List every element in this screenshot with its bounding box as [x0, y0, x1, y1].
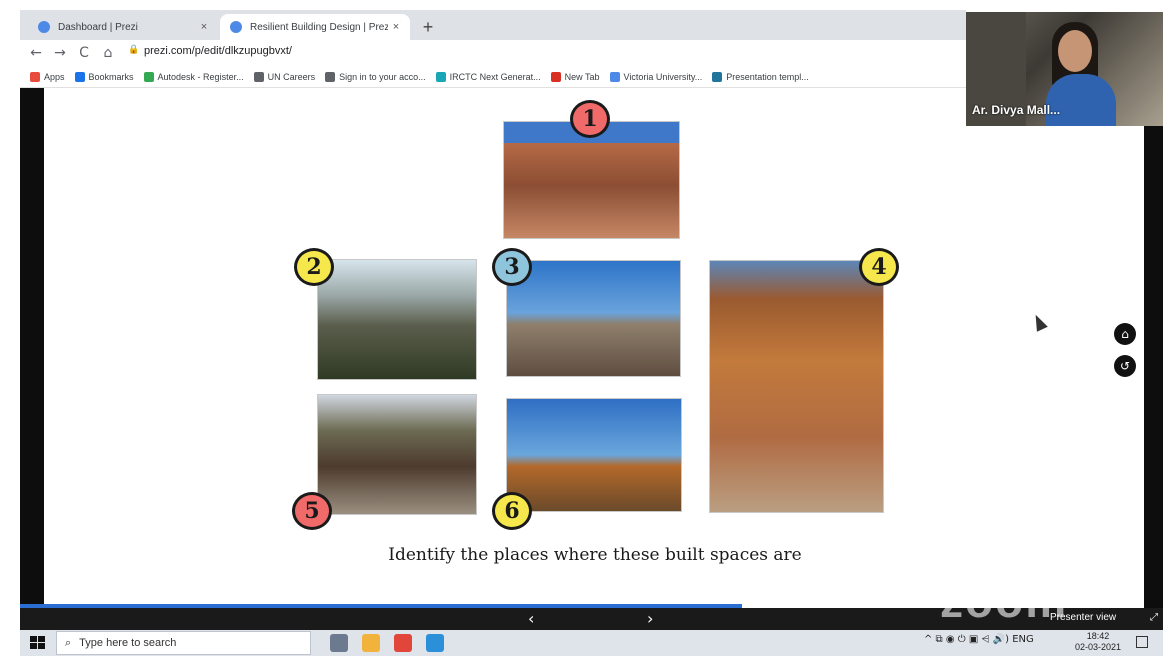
bookmark-label: Apps	[44, 71, 65, 82]
prezi-favicon-icon	[230, 21, 242, 33]
bookmark-label: UN Careers	[267, 71, 316, 82]
slide-caption: Identify the places where these built sp…	[388, 545, 802, 565]
bookmark-item[interactable]: UN Careers	[253, 71, 316, 82]
photo-wooden-temple	[317, 394, 477, 515]
bookmark-label: Presentation templ...	[726, 71, 809, 82]
tab-close-icon[interactable]: ×	[196, 21, 212, 33]
bookmark-item[interactable]: Sign in to your acco...	[325, 71, 426, 82]
bookmarks-bar: Apps Bookmarks Autodesk - Register... UN Ca…	[20, 66, 966, 88]
number-badge: 1	[570, 100, 610, 138]
photo-hill-monastery	[506, 260, 681, 377]
chrome-icon[interactable]	[394, 634, 412, 652]
speaker-name-label: Ar. Divya Mall...	[972, 103, 1061, 117]
prezi-back-icon[interactable]: ↺	[1114, 355, 1136, 377]
task-view-icon[interactable]	[330, 634, 348, 652]
bookmark-icon	[143, 71, 154, 82]
photo-wooden-cottage	[506, 398, 682, 512]
clock-time: 18:42	[1086, 631, 1110, 641]
zoom-watermark: zoom	[940, 575, 1069, 627]
system-tray[interactable]: ^ ⧉ ◉ ⏻ ▣ ⩤ 🔊) ENG	[924, 634, 1034, 645]
prezi-home-icon[interactable]: ⌂	[1114, 323, 1136, 345]
bookmark-item[interactable]: Victoria University...	[609, 71, 703, 82]
tab-title: Dashboard | Prezi	[58, 21, 138, 33]
bookmark-icon	[435, 71, 446, 82]
home-icon[interactable]: ⌂	[98, 43, 118, 63]
photo-haveli-courtyard	[503, 121, 680, 239]
right-letterbox	[1144, 88, 1163, 608]
bookmark-item[interactable]: New Tab	[550, 71, 600, 82]
back-arrow-icon[interactable]: ←	[26, 43, 46, 63]
taskbar-search-input[interactable]: ⌕ Type here to search	[56, 631, 311, 655]
bookmark-item[interactable]: Bookmarks	[74, 71, 134, 82]
bookmark-icon	[74, 71, 85, 82]
bookmark-icon	[30, 71, 40, 82]
bookmark-icon	[550, 71, 561, 82]
number-badge: 6	[492, 492, 532, 530]
tab-title: Resilient Building Design | Prezi	[250, 21, 388, 33]
bookmark-icon	[609, 71, 620, 82]
search-icon: ⌕	[65, 636, 72, 649]
lock-icon: 🔒	[128, 45, 140, 55]
participant-face	[1058, 30, 1092, 72]
address-bar[interactable]: prezi.com/p/edit/dlkzupugbvxt/	[144, 45, 292, 57]
number-badge: 2	[294, 248, 334, 286]
photo-kath-kuni-house	[709, 260, 884, 513]
number-badge: 3	[492, 248, 532, 286]
photos-icon[interactable]	[426, 634, 444, 652]
bookmark-label: Sign in to your acco...	[339, 71, 426, 82]
taskbar-clock[interactable]: 18:42 02-03-2021	[1075, 631, 1121, 653]
participant-body	[1046, 74, 1116, 126]
notification-icon[interactable]	[1136, 636, 1148, 648]
browser-toolbar: ← → C ⌂ 🔒 prezi.com/p/edit/dlkzupugbvxt/	[20, 40, 966, 66]
left-letterbox	[20, 88, 44, 608]
tab-close-icon[interactable]: ×	[388, 21, 404, 33]
presenter-view-button[interactable]: Presenter view	[1050, 612, 1116, 623]
next-slide-button[interactable]: ›	[647, 608, 663, 630]
bookmark-icon	[325, 71, 336, 82]
bookmark-icon	[253, 71, 264, 82]
bookmark-item[interactable]: IRCTC Next Generat...	[435, 71, 541, 82]
prezi-favicon-icon	[38, 21, 50, 33]
reload-icon[interactable]: C	[74, 43, 94, 63]
search-placeholder: Type here to search	[79, 637, 177, 649]
previous-slide-button[interactable]: ‹	[528, 608, 544, 630]
bookmark-item[interactable]: Presentation templ...	[712, 71, 809, 82]
bookmark-icon	[712, 71, 723, 82]
fullscreen-icon[interactable]: ⤢	[1150, 612, 1158, 623]
number-badge: 4	[859, 248, 899, 286]
new-tab-button[interactable]: +	[418, 18, 438, 38]
bookmark-label: IRCTC Next Generat...	[449, 71, 541, 82]
bookmark-item[interactable]: Apps	[30, 71, 65, 82]
tab-dashboard[interactable]: Dashboard | Prezi ×	[28, 14, 218, 40]
bookmark-label: Victoria University...	[623, 71, 703, 82]
bookmark-label: New Tab	[564, 71, 600, 82]
clock-date: 02-03-2021	[1075, 642, 1122, 652]
number-badge: 5	[292, 492, 332, 530]
bookmark-label: Bookmarks	[88, 71, 134, 82]
tab-resilient-building-design[interactable]: Resilient Building Design | Prezi ×	[220, 14, 410, 40]
bookmark-label: Autodesk - Register...	[157, 71, 244, 82]
windows-start-icon[interactable]	[30, 636, 46, 650]
browser-tab-strip: Dashboard | Prezi × Resilient Building D…	[20, 10, 966, 40]
mouse-cursor-icon	[1030, 312, 1048, 332]
photo-timber-church	[317, 259, 477, 380]
forward-arrow-icon[interactable]: →	[50, 43, 70, 63]
file-explorer-icon[interactable]	[362, 634, 380, 652]
bookmark-item[interactable]: Autodesk - Register...	[143, 71, 244, 82]
